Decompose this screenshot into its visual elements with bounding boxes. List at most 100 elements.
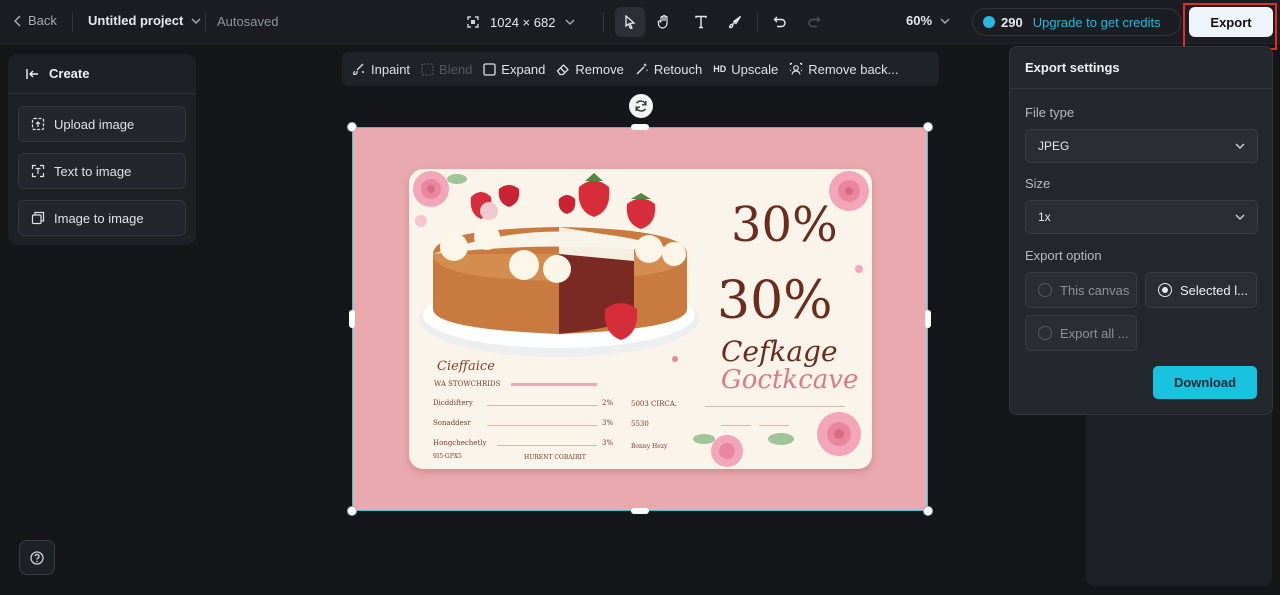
redo-icon (808, 16, 821, 28)
resize-handle-bottom-right[interactable] (923, 506, 933, 516)
chevron-down-icon (565, 19, 575, 25)
image-to-image-label: Image to image (54, 210, 144, 226)
menu-row-line (705, 406, 845, 407)
option-this-canvas[interactable]: This canvas (1025, 272, 1137, 308)
chevron-down-icon (1235, 214, 1245, 220)
option-label: Selected l... (1180, 282, 1248, 298)
export-button[interactable]: Export (1189, 7, 1273, 37)
option-selected-layers[interactable]: Selected l... (1145, 272, 1257, 308)
arrow-left-icon (26, 68, 38, 79)
undo-icon (773, 16, 786, 28)
blend-button[interactable]: Blend (419, 62, 481, 77)
credit-count: 290 (1001, 14, 1023, 30)
remove-button[interactable]: Remove (554, 62, 632, 77)
upscale-button[interactable]: HD Upscale (711, 62, 787, 77)
canvas-size-dropdown[interactable]: 1024 × 682 (466, 11, 575, 33)
divider (603, 12, 604, 32)
rotate-icon (635, 100, 647, 112)
option-label: This canvas (1060, 282, 1130, 298)
radio-icon (1038, 326, 1052, 340)
retouch-icon (636, 63, 648, 75)
help-icon (30, 550, 44, 565)
project-title-dropdown[interactable]: Untitled project (88, 13, 201, 28)
download-button[interactable]: Download (1153, 366, 1257, 399)
discount-headline: 30% (731, 197, 838, 253)
remove-label: Remove (575, 61, 624, 77)
hand-tool[interactable] (649, 7, 679, 37)
menu-row-line (497, 445, 597, 446)
rotate-handle[interactable] (629, 94, 653, 118)
chevron-down-icon (940, 18, 950, 24)
menu-row-line (487, 425, 597, 426)
inpaint-button[interactable]: Inpaint (350, 62, 419, 77)
resize-handle-bottom-left[interactable] (347, 506, 357, 516)
blend-label: Blend (439, 61, 473, 77)
resize-handle-right[interactable] (925, 310, 931, 328)
menu-row-right: Bonny Hezy (631, 443, 668, 450)
inpaint-label: Inpaint (371, 61, 411, 77)
size-select[interactable]: 1x (1025, 200, 1258, 234)
brush-tool[interactable] (720, 7, 750, 37)
file-type-select[interactable]: JPEG (1025, 129, 1258, 163)
text-to-image-label: Text to image (54, 163, 132, 179)
menu-row-value: 2% (602, 399, 614, 407)
credits-pill: 290 Upgrade to get credits (972, 8, 1181, 36)
resize-icon (467, 16, 479, 28)
option-label: Export all ... (1060, 325, 1129, 341)
edit-toolbar: Inpaint Blend Expand Remove Retouch HD U… (342, 52, 939, 86)
chevron-left-icon (14, 14, 21, 27)
remove-background-label: Remove back... (808, 61, 899, 77)
radio-selected-icon (1158, 283, 1172, 297)
resize-handle-top-right[interactable] (923, 122, 933, 132)
redo-button[interactable] (799, 7, 829, 37)
export-option-label: Export option (1025, 248, 1102, 263)
remove-background-button[interactable]: Remove back... (787, 62, 907, 77)
promo-card: 30% 30% Cefkage Goctkcave Cieffaice WA S… (409, 169, 872, 469)
export-settings-title: Export settings (1025, 60, 1120, 75)
resize-handle-left[interactable] (349, 310, 355, 328)
upload-image-icon (31, 117, 45, 131)
zoom-level: 60% (906, 13, 933, 28)
option-export-all[interactable]: Export all ... (1025, 315, 1137, 351)
pink-rule (511, 383, 597, 386)
back-label: Back (28, 13, 57, 28)
retouch-button[interactable]: Retouch (633, 62, 711, 77)
text-tool[interactable] (686, 7, 716, 37)
radio-icon (1038, 283, 1052, 297)
upload-image-button[interactable]: Upload image (18, 106, 186, 142)
zoom-dropdown[interactable]: 60% (906, 13, 950, 28)
text-to-image-button[interactable]: Text to image (18, 153, 186, 189)
help-button[interactable] (19, 540, 55, 575)
expand-button[interactable]: Expand (481, 62, 554, 77)
divider (757, 12, 758, 32)
expand-icon (483, 62, 496, 76)
menu-subtitle: WA STOWCHRIDS (434, 380, 501, 388)
menu-row-line (759, 425, 789, 426)
image-to-image-button[interactable]: Image to image (18, 200, 186, 236)
eraser-icon (557, 63, 570, 75)
back-button[interactable]: Back (14, 13, 57, 28)
menu-row-label: Sonaddesr (433, 419, 471, 427)
resize-handle-top[interactable] (631, 124, 649, 130)
menu-footer: 9I5·GPX5 (433, 453, 462, 460)
divider (72, 12, 73, 32)
menu-footer-mid: HURENT COBAIRIT (524, 454, 586, 461)
blend-icon (421, 62, 434, 76)
resize-handle-top-left[interactable] (347, 122, 357, 132)
menu-row-line (721, 425, 751, 426)
script-subtitle: Goctkcave (721, 365, 859, 395)
remove-background-icon (790, 62, 803, 75)
menu-row-label: Dicddiftery (433, 399, 473, 407)
menu-row-value: 3% (602, 419, 614, 427)
pointer-tool[interactable] (615, 7, 645, 37)
create-header[interactable]: Create (8, 54, 196, 94)
menu-title: Cieffaice (437, 359, 495, 374)
create-label: Create (49, 66, 90, 81)
undo-button[interactable] (765, 7, 795, 37)
file-type-value: JPEG (1038, 139, 1070, 153)
pointer-icon (625, 15, 636, 29)
resize-handle-bottom[interactable] (631, 508, 649, 514)
brush-icon (729, 16, 742, 29)
upgrade-link[interactable]: Upgrade to get credits (1033, 15, 1161, 30)
hand-icon (657, 14, 668, 29)
